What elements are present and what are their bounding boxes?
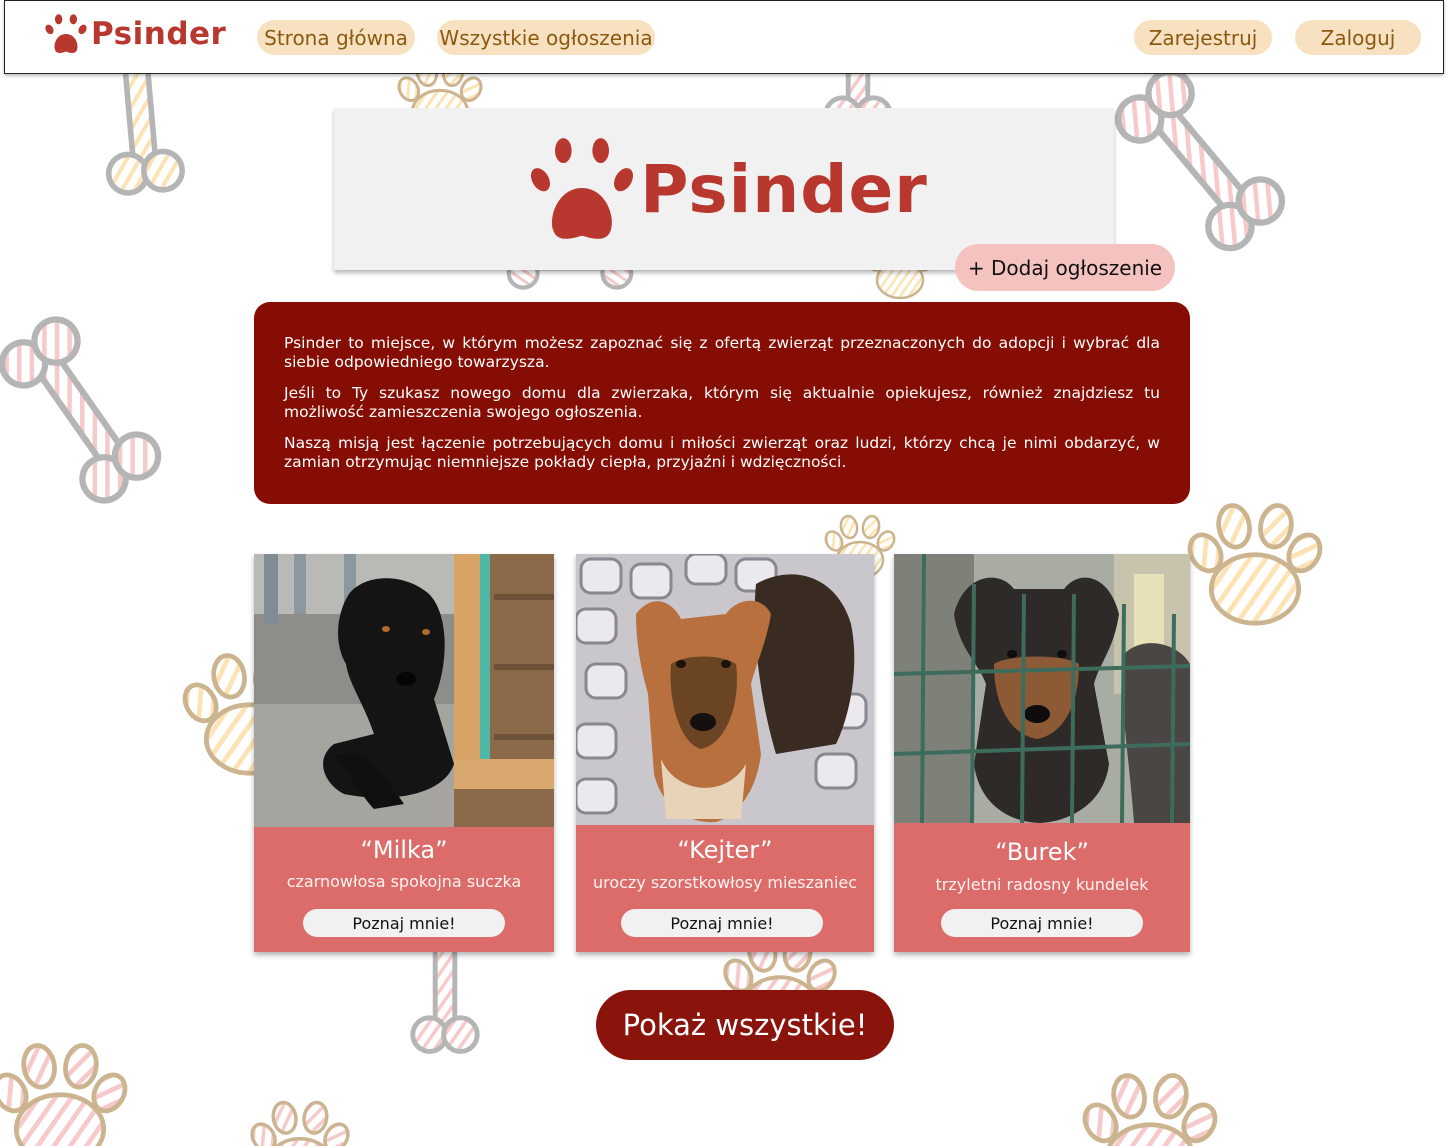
dog-description: trzyletni radosny kundelek: [935, 875, 1149, 894]
dog-name: “Kejter”: [677, 836, 773, 864]
dog-description: czarnowłosa spokojna suczka: [286, 872, 522, 891]
dog-photo: [894, 554, 1190, 823]
about-paragraph: Jeśli to Ty szukasz nowego domu dla zwie…: [284, 384, 1160, 421]
login-button[interactable]: Zaloguj: [1295, 20, 1421, 55]
paw-logo-icon: [45, 14, 87, 53]
dog-name: “Burek”: [995, 838, 1089, 866]
dog-description: uroczy szorstkowłosy mieszaniec: [592, 873, 858, 892]
dog-card-milka: “Milka” czarnowłosa spokojna suczka Pozn…: [254, 554, 554, 952]
register-button[interactable]: Zarejestruj: [1134, 20, 1272, 55]
show-all-button[interactable]: Pokaż wszystkie!: [596, 990, 894, 1060]
meet-me-button[interactable]: Poznaj mnie!: [303, 909, 505, 937]
top-navbar: Psinder Strona główna Wszystkie ogłoszen…: [4, 0, 1444, 74]
hero-logo-text: Psinder: [640, 150, 928, 228]
dog-card-burek: “Burek” trzyletni radosny kundelek Pozna…: [894, 554, 1190, 952]
nav-link-all-ads[interactable]: Wszystkie ogłoszenia: [437, 20, 655, 55]
about-paragraph: Naszą misją jest łączenie potrzebujących…: [284, 434, 1160, 471]
hero-logo: Psinder: [530, 134, 928, 244]
nav-logo-text: Psinder: [91, 16, 227, 52]
meet-me-button[interactable]: Poznaj mnie!: [621, 909, 823, 937]
dog-photo: [576, 554, 874, 825]
meet-me-button[interactable]: Poznaj mnie!: [941, 909, 1143, 937]
dog-photo: [254, 554, 554, 827]
add-ad-button[interactable]: + Dodaj ogłoszenie: [955, 244, 1175, 291]
dog-card-kejter: “Kejter” uroczy szorstkowłosy mieszaniec…: [576, 554, 874, 952]
about-section: Psinder to miejsce, w którym możesz zapo…: [254, 302, 1190, 504]
nav-logo[interactable]: Psinder: [43, 11, 226, 57]
paw-logo-icon: [531, 138, 634, 239]
dog-name: “Milka”: [360, 836, 448, 864]
about-paragraph: Psinder to miejsce, w którym możesz zapo…: [284, 334, 1160, 371]
nav-link-home[interactable]: Strona główna: [257, 20, 415, 55]
